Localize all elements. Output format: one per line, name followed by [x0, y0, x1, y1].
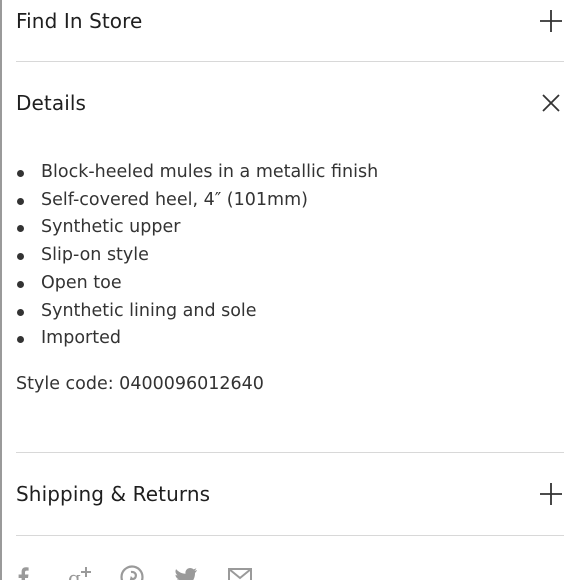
pinterest-icon[interactable]	[120, 565, 144, 580]
details-title: Details	[16, 91, 87, 115]
details-header[interactable]: Details	[16, 82, 564, 124]
plus-icon[interactable]	[538, 8, 564, 34]
left-frame-border	[0, 0, 2, 580]
section-divider	[16, 451, 564, 453]
email-icon[interactable]	[228, 566, 252, 580]
detail-bullet: Slip-on style	[16, 242, 564, 270]
detail-bullet: Imported	[16, 325, 564, 353]
twitter-icon[interactable]	[174, 566, 198, 580]
detail-bullet: Self-covered heel, 4″ (101mm)	[16, 187, 564, 215]
plus-icon[interactable]	[538, 481, 564, 507]
style-code: Style code: 0400096012640	[16, 373, 264, 394]
detail-bullet: Synthetic upper	[16, 214, 564, 242]
google-plus-icon[interactable]: g	[68, 566, 94, 580]
svg-text:g: g	[68, 566, 81, 580]
share-icons-row: g	[16, 565, 564, 580]
product-accordion: Find In Store Details Block-heeled mules…	[16, 0, 564, 580]
shipping-returns-title: Shipping & Returns	[16, 481, 211, 506]
find-in-store-title: Find In Store	[16, 9, 143, 33]
detail-bullet: Block-heeled mules in a metallic finish	[16, 159, 564, 187]
details-bullet-list: Block-heeled mules in a metallic finish …	[16, 159, 564, 353]
facebook-icon[interactable]	[16, 566, 36, 580]
find-in-store-header[interactable]: Find In Store	[16, 0, 564, 42]
shipping-returns-header[interactable]: Shipping & Returns	[16, 473, 564, 515]
detail-bullet: Synthetic lining and sole	[16, 298, 564, 326]
section-divider	[16, 534, 564, 536]
section-divider	[16, 61, 564, 62]
detail-bullet: Open toe	[16, 270, 564, 298]
close-icon[interactable]	[538, 90, 564, 116]
